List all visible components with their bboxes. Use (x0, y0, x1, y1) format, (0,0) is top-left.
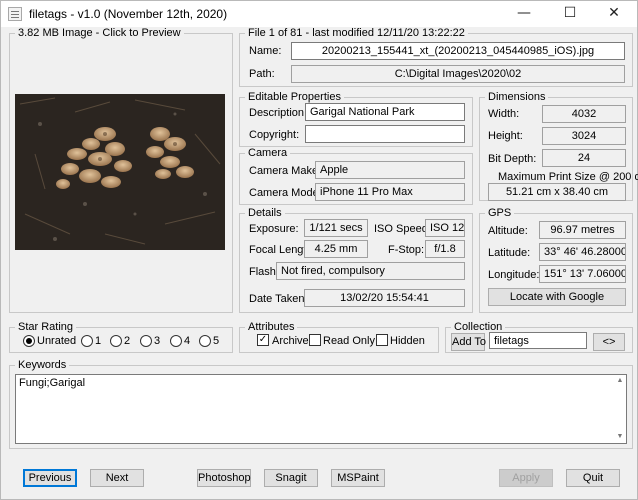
add-to-collection-button[interactable]: Add To (451, 333, 486, 351)
swap-collection-button[interactable]: <> (593, 333, 625, 351)
rating-label-unrated: Unrated (37, 335, 77, 347)
height-label: Height: (488, 130, 523, 142)
longitude-field: 151° 13' 7.060000" E (539, 265, 626, 283)
path-label: Path: (249, 68, 275, 80)
rating-label-3: 3 (154, 335, 161, 347)
iso-field: ISO 125 (425, 219, 465, 237)
mushroom-photo (15, 94, 225, 250)
name-field[interactable]: 20200213_155441_xt_(20200213_045440985_i… (291, 42, 625, 60)
rating-radio-5[interactable] (199, 335, 211, 347)
altitude-label: Altitude: (488, 225, 528, 237)
copyright-label: Copyright: (249, 129, 300, 141)
close-icon[interactable]: ✕ (591, 1, 637, 27)
keywords-text: Fungi;Garigal (19, 377, 86, 389)
previous-button[interactable]: Previous (23, 469, 77, 487)
altitude-field: 96.97 metres (539, 221, 626, 239)
photoshop-button[interactable]: Photoshop (197, 469, 251, 487)
date-taken-field: 13/02/20 15:54:41 (304, 289, 465, 307)
attributes-legend: Attributes (245, 321, 298, 333)
exposure-field: 1/121 secs (304, 219, 368, 237)
dimensions-legend: Dimensions (485, 91, 549, 103)
scroll-up-icon[interactable]: ▲ (615, 376, 625, 386)
apply-button[interactable]: Apply (499, 469, 553, 487)
print-size-field: 51.21 cm x 38.40 cm (488, 183, 626, 201)
exposure-label: Exposure: (249, 223, 299, 235)
hidden-checkbox[interactable] (376, 334, 388, 346)
longitude-label: Longitude: (488, 269, 540, 281)
camera-make-field: Apple (315, 161, 465, 179)
description-field[interactable]: Garigal National Park (305, 103, 465, 121)
width-field: 4032 (542, 105, 626, 123)
quit-button[interactable]: Quit (566, 469, 620, 487)
image-preview[interactable] (15, 94, 225, 250)
archive-checkbox[interactable]: ✓ (257, 334, 269, 346)
print-size-label: Maximum Print Size @ 200 dpi (498, 171, 638, 183)
star-rating-legend: Star Rating (15, 321, 77, 333)
camera-model-label: Camera Model: (249, 187, 325, 199)
window-title: filetags - v1.0 (November 12th, 2020) (29, 7, 228, 21)
collection-field[interactable]: filetags (489, 332, 587, 349)
snagit-button[interactable]: Snagit (264, 469, 318, 487)
fstop-field: f/1.8 (425, 240, 465, 258)
scroll-down-icon[interactable]: ▼ (615, 432, 625, 442)
latitude-field: 33° 46' 46.280000" S (539, 243, 626, 261)
rating-radio-3[interactable] (140, 335, 152, 347)
archive-label: Archive (272, 335, 309, 347)
rating-label-5: 5 (213, 335, 220, 347)
camera-legend: Camera (245, 147, 291, 159)
bitdepth-label: Bit Depth: (488, 153, 537, 165)
rating-label-4: 4 (184, 335, 191, 347)
fstop-label: F-Stop: (388, 244, 425, 256)
read-only-checkbox[interactable] (309, 334, 321, 346)
mspaint-button[interactable]: MSPaint (331, 469, 385, 487)
preview-label: 3.82 MB Image - Click to Preview (15, 27, 184, 39)
rating-label-2: 2 (124, 335, 131, 347)
width-label: Width: (488, 108, 520, 120)
app-icon (8, 7, 22, 21)
details-legend: Details (245, 207, 285, 219)
locate-google-button[interactable]: Locate with Google (488, 288, 626, 306)
file-legend: File 1 of 81 - last modified 12/11/20 13… (245, 27, 468, 39)
keywords-textarea[interactable]: Fungi;Garigal ▲ ▼ (15, 374, 627, 444)
app-window: filetags - v1.0 (November 12th, 2020) — … (0, 0, 638, 500)
rating-radio-2[interactable] (110, 335, 122, 347)
date-taken-label: Date Taken: (249, 293, 308, 305)
height-field: 3024 (542, 127, 626, 145)
focal-length-field: 4.25 mm (304, 240, 368, 258)
read-only-label: Read Only (323, 335, 375, 347)
hidden-label: Hidden (390, 335, 425, 347)
gps-legend: GPS (485, 207, 515, 219)
iso-label: ISO Speed: (374, 223, 431, 235)
next-button[interactable]: Next (90, 469, 144, 487)
minimize-icon[interactable]: — (501, 1, 547, 27)
rating-label-1: 1 (95, 335, 102, 347)
description-label: Description: (249, 107, 308, 119)
title-bar: filetags - v1.0 (November 12th, 2020) — … (1, 1, 637, 27)
rating-radio-unrated[interactable] (23, 335, 35, 347)
editable-legend: Editable Properties (245, 91, 344, 103)
bitdepth-field: 24 (542, 149, 626, 167)
camera-make-label: Camera Make: (249, 165, 322, 177)
path-field: C:\Digital Images\2020\02 (291, 65, 625, 83)
rating-radio-4[interactable] (170, 335, 182, 347)
flash-label: Flash: (249, 266, 279, 278)
camera-model-field: iPhone 11 Pro Max (315, 183, 465, 201)
latitude-label: Latitude: (488, 247, 531, 259)
rating-radio-1[interactable] (81, 335, 93, 347)
flash-field: Not fired, compulsory (276, 262, 465, 280)
check-icon: ✓ (258, 334, 268, 345)
maximize-icon[interactable]: ☐ (547, 1, 593, 27)
keywords-legend: Keywords (15, 359, 70, 371)
name-label: Name: (249, 45, 282, 57)
copyright-field[interactable] (305, 125, 465, 143)
